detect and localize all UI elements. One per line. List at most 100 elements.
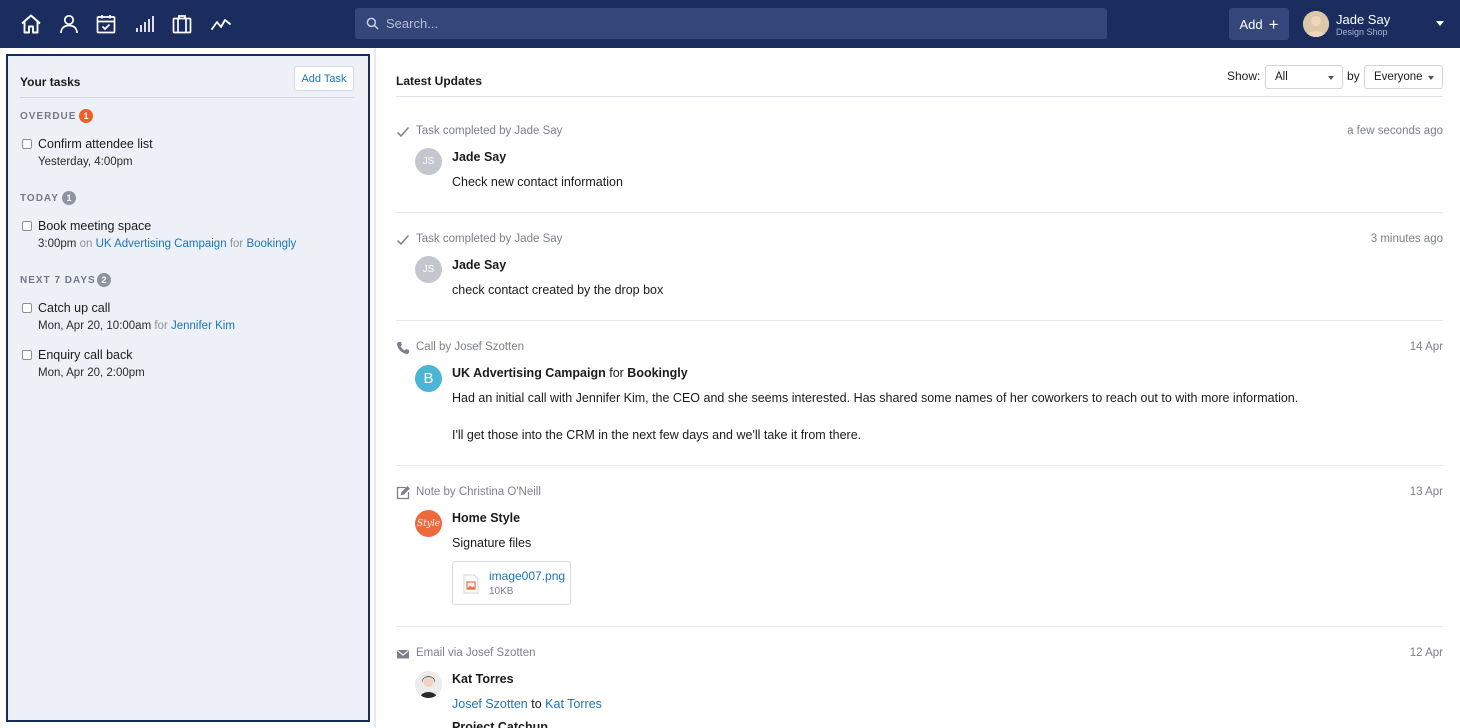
feed-item: Note by Christina O'Neill 13 Apr Style H… xyxy=(396,486,1443,627)
image-file-icon xyxy=(463,574,479,594)
attachment-name[interactable]: image007.png xyxy=(489,569,565,583)
item-title[interactable]: Kat Torres xyxy=(452,672,514,686)
by-label: by xyxy=(1347,69,1360,83)
user-menu[interactable]: Jade Say Design Shop xyxy=(1303,9,1453,39)
search-bar[interactable] xyxy=(355,8,1107,39)
divider xyxy=(396,96,1443,97)
by-filter-select[interactable]: Everyone xyxy=(1364,65,1443,89)
divider xyxy=(20,97,354,98)
item-time: 14 Apr xyxy=(1409,341,1443,353)
item-type: Email via Josef Szotten xyxy=(416,647,536,659)
project-link[interactable]: UK Advertising Campaign xyxy=(96,238,227,250)
show-filter-value: All xyxy=(1275,71,1288,83)
task-checkbox[interactable] xyxy=(22,139,32,149)
item-time: 12 Apr xyxy=(1409,647,1443,659)
feed-item: Task completed by Jade Say 3 minutes ago… xyxy=(396,233,1443,321)
divider xyxy=(396,626,1443,627)
overdue-count-badge: 1 xyxy=(79,109,93,123)
item-title[interactable]: Jade Say xyxy=(452,258,506,272)
caret-down-icon xyxy=(1428,76,1434,80)
sender-link[interactable]: Josef Szotten xyxy=(452,697,528,711)
avatar: JS xyxy=(415,256,442,283)
item-type: Task completed by Jade Say xyxy=(416,125,563,137)
task-due: Mon, Apr 20, 10:00am xyxy=(38,320,152,332)
on-word: on xyxy=(79,238,93,250)
avatar: Style xyxy=(415,510,442,537)
task-checkbox[interactable] xyxy=(22,221,32,231)
show-filter-select[interactable]: All xyxy=(1265,65,1343,89)
section-next7-label: NEXT 7 DAYS xyxy=(20,275,96,286)
avatar xyxy=(415,671,442,698)
item-body: check contact created by the drop box xyxy=(452,283,664,297)
project-link[interactable]: UK Advertising Campaign xyxy=(452,366,606,380)
divider xyxy=(396,320,1443,321)
item-body: Check new contact information xyxy=(452,175,623,189)
feed-item: Call by Josef Szotten 14 Apr B UK Advert… xyxy=(396,341,1443,466)
task-due-line: Mon, Apr 20, 10:00am for Jennifer Kim xyxy=(38,320,235,332)
calendar-check-icon[interactable] xyxy=(94,12,118,36)
item-time: 13 Apr xyxy=(1409,486,1443,498)
feed-item: Task completed by Jade Say a few seconds… xyxy=(396,125,1443,213)
task-due: Mon, Apr 20, 2:00pm xyxy=(38,367,145,379)
task-due: Yesterday, 4:00pm xyxy=(38,156,133,168)
search-input[interactable] xyxy=(386,8,1086,39)
section-today-label: TODAY xyxy=(20,193,59,204)
envelope-icon xyxy=(396,647,410,661)
email-subject[interactable]: Project Catchup xyxy=(452,720,548,728)
add-task-button[interactable]: Add Task xyxy=(294,66,354,91)
organization-link[interactable]: Bookingly xyxy=(246,238,296,250)
item-title[interactable]: Home Style xyxy=(452,511,520,525)
task-due: 3:00pm xyxy=(38,238,77,250)
briefcase-icon[interactable] xyxy=(170,12,194,36)
task-due-line: 3:00pm on UK Advertising Campaign for Bo… xyxy=(38,238,296,250)
task-title[interactable]: Catch up call xyxy=(38,301,110,315)
panel-divider xyxy=(374,48,376,728)
task-checkbox[interactable] xyxy=(22,303,32,313)
add-button[interactable]: Add + xyxy=(1229,8,1289,40)
avatar: JS xyxy=(415,148,442,175)
check-icon xyxy=(396,125,410,139)
task-title[interactable]: Confirm attendee list xyxy=(38,137,153,151)
item-type: Note by Christina O'Neill xyxy=(416,486,541,498)
person-icon[interactable] xyxy=(57,12,81,36)
feed-item: Email via Josef Szotten 12 Apr Kat Torre… xyxy=(396,647,1443,728)
by-filter-value: Everyone xyxy=(1374,71,1423,83)
to-word: to xyxy=(531,697,542,711)
user-company: Design Shop xyxy=(1336,27,1388,37)
today-count-badge: 1 xyxy=(62,191,76,205)
recipient-link[interactable]: Kat Torres xyxy=(545,697,602,711)
item-title[interactable]: Jade Say xyxy=(452,150,506,164)
divider xyxy=(396,212,1443,213)
check-icon xyxy=(396,233,410,247)
tasks-panel: Your tasks Add Task OVERDUE 1 Confirm at… xyxy=(6,54,370,722)
user-name: Jade Say xyxy=(1336,12,1391,27)
avatar xyxy=(1303,11,1329,37)
bar-chart-icon[interactable] xyxy=(132,12,156,36)
person-link[interactable]: Jennifer Kim xyxy=(171,320,235,332)
organization-link[interactable]: Bookingly xyxy=(627,366,687,380)
task-title[interactable]: Book meeting space xyxy=(38,219,151,233)
caret-down-icon xyxy=(1328,76,1334,80)
item-body: I'll get those into the CRM in the next … xyxy=(452,428,862,442)
item-body: Had an initial call with Jennifer Kim, t… xyxy=(452,391,1299,405)
attachment-size: 10KB xyxy=(489,586,514,597)
for-word: for xyxy=(154,320,168,332)
divider xyxy=(396,465,1443,466)
tasks-title: Your tasks xyxy=(20,75,81,89)
item-time: a few seconds ago xyxy=(1347,125,1443,137)
item-type: Task completed by Jade Say xyxy=(416,233,563,245)
email-participants: Josef Szotten to Kat Torres xyxy=(452,697,602,711)
attachment-card[interactable]: image007.png 10KB xyxy=(452,561,571,605)
next7-count-badge: 2 xyxy=(97,273,111,287)
home-icon[interactable] xyxy=(19,12,43,36)
top-bar: Add + Jade Say Design Shop xyxy=(0,0,1460,48)
item-time: 3 minutes ago xyxy=(1370,233,1443,245)
task-title[interactable]: Enquiry call back xyxy=(38,348,133,362)
item-body: Signature files xyxy=(452,536,532,550)
activity-icon[interactable] xyxy=(209,12,233,36)
item-title-line: UK Advertising Campaign for Bookingly xyxy=(452,366,688,380)
section-overdue-label: OVERDUE xyxy=(20,111,77,122)
note-edit-icon xyxy=(396,486,410,500)
task-checkbox[interactable] xyxy=(22,350,32,360)
for-word: for xyxy=(609,366,624,380)
